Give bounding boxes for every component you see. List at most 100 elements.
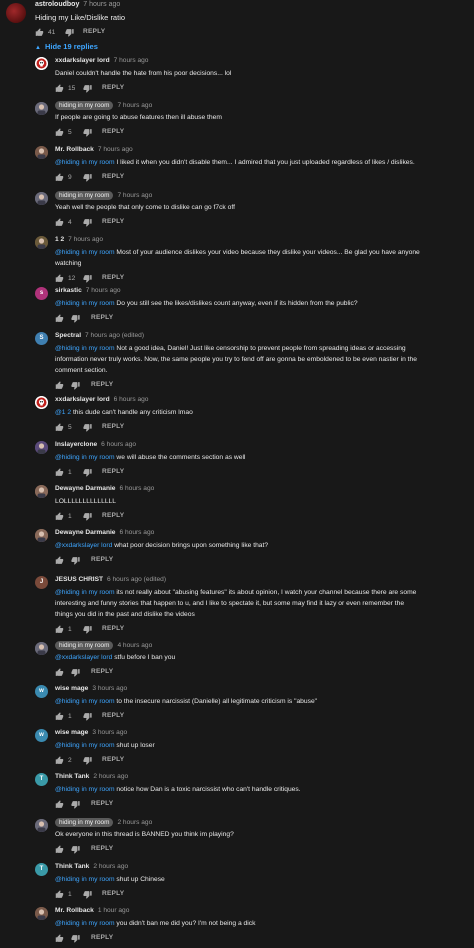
reply-button[interactable]: REPLY [102, 512, 124, 519]
avatar[interactable] [35, 529, 48, 542]
dislike-button[interactable] [83, 755, 92, 765]
comment-time[interactable]: 6 hours ago [119, 529, 154, 536]
avatar[interactable]: s [35, 287, 48, 300]
comment-time[interactable]: 6 hours ago (edited) [107, 576, 166, 583]
reply-button[interactable]: REPLY [91, 556, 113, 563]
mention-link[interactable]: @hiding in my room [55, 876, 115, 883]
comment-author[interactable]: Dewayne Darmanie [55, 485, 115, 492]
like-button[interactable] [55, 933, 64, 943]
reply-button[interactable]: REPLY [102, 890, 124, 897]
dislike-button[interactable] [71, 799, 80, 809]
avatar[interactable] [35, 396, 48, 409]
like-button[interactable] [55, 667, 64, 677]
channel-owner-badge[interactable]: hiding in my room [55, 191, 114, 200]
dislike-button[interactable] [71, 380, 80, 390]
comment-author[interactable]: xxdarkslayer lord [55, 396, 110, 403]
like-button[interactable]: 5 [55, 422, 72, 432]
dislike-button[interactable] [83, 83, 92, 93]
avatar[interactable] [35, 642, 48, 655]
like-button[interactable] [55, 799, 64, 809]
comment-time[interactable]: 2 hours ago [93, 773, 128, 780]
comment-author[interactable]: Mr. Rollback [55, 146, 94, 153]
like-button[interactable]: 1 [55, 511, 72, 521]
comment-time[interactable]: 7 hours ago [114, 57, 149, 64]
avatar[interactable] [35, 441, 48, 454]
avatar[interactable] [35, 57, 48, 70]
channel-owner-badge[interactable]: hiding in my room [55, 818, 114, 827]
comment-time[interactable]: 7 hours ago [117, 192, 152, 199]
like-button[interactable] [55, 380, 64, 390]
reply-button[interactable]: REPLY [102, 756, 124, 763]
avatar[interactable]: w [35, 685, 48, 698]
dislike-button[interactable] [83, 467, 92, 477]
avatar[interactable] [35, 236, 48, 249]
dislike-button[interactable] [83, 889, 92, 899]
like-button[interactable] [55, 844, 64, 854]
reply-button[interactable]: REPLY [83, 28, 105, 35]
comment-author[interactable]: Spectral [55, 332, 81, 339]
comment-time[interactable]: 7 hours ago [83, 1, 120, 8]
comment-author[interactable]: JESUS CHRIST [55, 576, 103, 583]
like-button[interactable]: 4 [55, 217, 72, 227]
dislike-button[interactable] [83, 273, 92, 283]
reply-button[interactable]: REPLY [102, 712, 124, 719]
comment-author[interactable]: Think Tank [55, 773, 89, 780]
reply-button[interactable]: REPLY [102, 173, 124, 180]
dislike-button[interactable] [83, 711, 92, 721]
avatar[interactable] [35, 102, 48, 115]
reply-button[interactable]: REPLY [102, 128, 124, 135]
reply-button[interactable]: REPLY [102, 625, 124, 632]
like-button[interactable]: 2 [55, 755, 72, 765]
reply-button[interactable]: REPLY [91, 845, 113, 852]
comment-author[interactable]: Mr. Rollback [55, 907, 94, 914]
reply-button[interactable]: REPLY [102, 468, 124, 475]
reply-button[interactable]: REPLY [102, 84, 124, 91]
comment-author[interactable]: astroloudboy [35, 1, 79, 8]
avatar[interactable]: S [35, 332, 48, 345]
comment-author[interactable]: 1 2 [55, 236, 64, 243]
comment-time[interactable]: 7 hours ago [98, 146, 133, 153]
avatar[interactable] [35, 192, 48, 205]
mention-link[interactable]: @hiding in my room [55, 698, 115, 705]
avatar[interactable] [35, 485, 48, 498]
like-button[interactable] [55, 555, 64, 565]
comment-time[interactable]: 3 hours ago [92, 729, 127, 736]
like-button[interactable] [55, 313, 64, 323]
like-button[interactable]: 12 [55, 273, 75, 283]
mention-link[interactable]: @hiding in my room [55, 454, 115, 461]
reply-button[interactable]: REPLY [91, 668, 113, 675]
like-button[interactable]: 15 [55, 83, 75, 93]
like-button[interactable]: 1 [55, 467, 72, 477]
comment-time[interactable]: 6 hours ago [114, 396, 149, 403]
avatar[interactable] [35, 819, 48, 832]
channel-owner-badge[interactable]: hiding in my room [55, 641, 114, 650]
reply-button[interactable]: REPLY [91, 314, 113, 321]
comment-author[interactable]: Inslayerclone [55, 441, 97, 448]
avatar[interactable] [35, 907, 48, 920]
avatar[interactable]: T [35, 773, 48, 786]
reply-button[interactable]: REPLY [102, 218, 124, 225]
like-button[interactable]: 1 [55, 889, 72, 899]
mention-link[interactable]: @hiding in my room [55, 249, 115, 256]
reply-button[interactable]: REPLY [91, 800, 113, 807]
avatar[interactable] [35, 146, 48, 159]
like-button[interactable]: 5 [55, 127, 72, 137]
dislike-button[interactable] [83, 422, 92, 432]
like-button[interactable]: 1 [55, 624, 72, 634]
comment-author[interactable]: wise mage [55, 685, 88, 692]
comment-time[interactable]: 7 hours ago [68, 236, 103, 243]
like-button[interactable]: 1 [55, 711, 72, 721]
like-button[interactable]: 9 [55, 172, 72, 182]
comment-author[interactable]: Dewayne Darmanie [55, 529, 115, 536]
dislike-button[interactable] [83, 511, 92, 521]
avatar[interactable]: J [35, 576, 48, 589]
comment-author[interactable]: sirkastic [55, 287, 82, 294]
dislike-button[interactable] [71, 933, 80, 943]
comment-time[interactable]: 3 hours ago [92, 685, 127, 692]
reply-button[interactable]: REPLY [91, 381, 113, 388]
mention-link[interactable]: @hiding in my room [55, 345, 115, 352]
dislike-button[interactable] [83, 172, 92, 182]
mention-link[interactable]: @xxdarkslayer lord [55, 654, 112, 661]
comment-author[interactable]: Think Tank [55, 863, 89, 870]
mention-link[interactable]: @hiding in my room [55, 589, 115, 596]
